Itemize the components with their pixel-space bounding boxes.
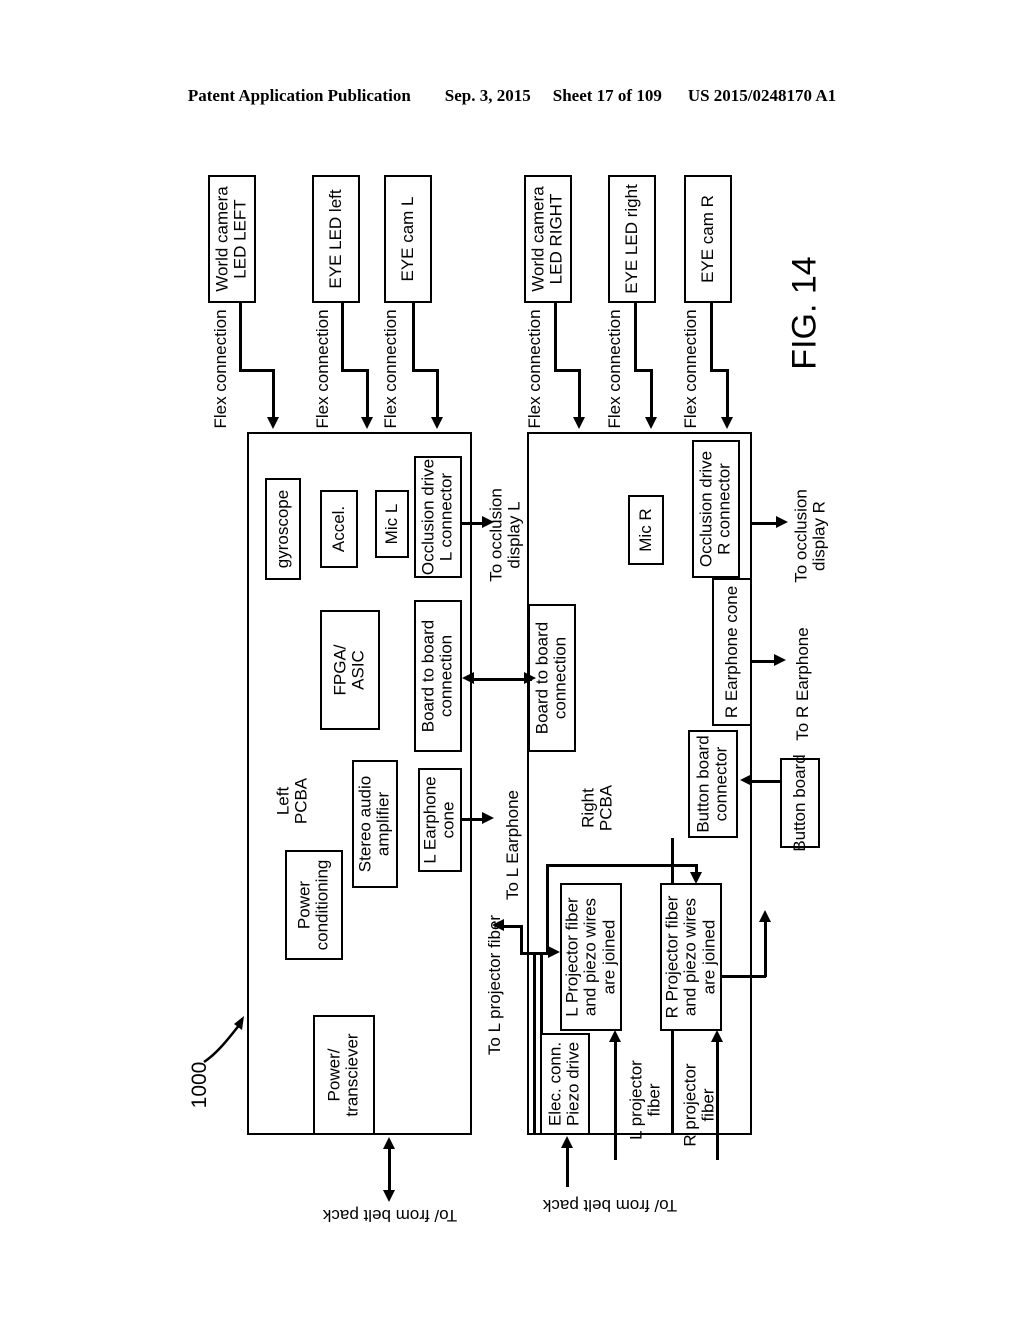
label-flex-connection-world-left: Flex connection bbox=[210, 309, 230, 429]
arrow-eye-cam-r bbox=[721, 417, 733, 429]
label-belt-pack-right: To/ from belt pack bbox=[542, 1196, 678, 1216]
block-l-earphone-cone[interactable]: L Earphone cone bbox=[418, 768, 462, 872]
line-r-proj-bus-h bbox=[722, 975, 766, 978]
line-eye-led-right-3 bbox=[650, 369, 653, 419]
label-l-projector-fiber: L projector fiber bbox=[626, 1060, 664, 1140]
arrow-proj-route-top bbox=[690, 872, 702, 884]
arrow-button-board bbox=[740, 774, 752, 786]
line-world-left-2 bbox=[239, 369, 275, 372]
label-flex-connection-eye-led-right: Flex connection bbox=[604, 309, 624, 429]
line-world-left-3 bbox=[272, 369, 275, 419]
arrow-belt-pack-right-up bbox=[561, 1136, 573, 1148]
block-board-to-board-connection-left[interactable]: Board to board connection bbox=[414, 600, 462, 752]
label-flex-connection-eye-led-left: Flex connection bbox=[312, 309, 332, 429]
line-occlusion-l-out bbox=[462, 522, 484, 525]
block-power-conditioning[interactable]: Power conditioning bbox=[285, 850, 343, 960]
block-elec-conn-piezo-drive[interactable]: Elec. conn. Piezo drive bbox=[540, 1033, 590, 1135]
line-world-right-3 bbox=[578, 369, 581, 419]
line-proj-route-top bbox=[546, 864, 697, 867]
arrow-belt-pack-left-up bbox=[383, 1137, 395, 1149]
line-eye-led-left-1 bbox=[341, 303, 344, 371]
block-l-projector-fiber-joined[interactable]: L Projector fiber and piezo wires are jo… bbox=[560, 883, 622, 1031]
label-flex-connection-eye-cam-r: Flex connection bbox=[680, 309, 700, 429]
arrow-l-earphone-out bbox=[482, 812, 494, 824]
block-button-board-connector[interactable]: Button board connector bbox=[688, 730, 738, 838]
label-to-occlusion-display-r: To occlusion display R bbox=[791, 489, 829, 583]
line-eye-cam-r-1 bbox=[710, 303, 713, 371]
arrow-board-to-board-left bbox=[462, 672, 474, 684]
box-button-board[interactable]: Button board bbox=[780, 754, 820, 852]
line-to-l-proj-fiber-v bbox=[520, 925, 523, 954]
block-accelerometer[interactable]: Accel. bbox=[320, 490, 358, 568]
arrow-eye-led-left bbox=[361, 417, 373, 429]
line-belt-pack-right bbox=[566, 1145, 569, 1187]
line-world-right-1 bbox=[554, 303, 557, 371]
label-left-pcba-title: Left PCBA bbox=[273, 777, 311, 825]
box-eye-cam-r[interactable]: EYE cam R bbox=[684, 175, 732, 303]
arrow-l-projector-fiber-up bbox=[609, 1030, 621, 1042]
block-mic-r[interactable]: Mic R bbox=[628, 495, 664, 565]
line-board-to-board bbox=[470, 678, 532, 681]
line-eye-cam-l-3 bbox=[436, 369, 439, 419]
label-to-l-projector-fiber: To L projector fiber bbox=[484, 914, 504, 1056]
line-button-board bbox=[748, 780, 782, 783]
figure-14-diagram: FIG. 14 1000 World camera LED LEFT Flex … bbox=[0, 0, 1024, 1320]
block-stereo-audio-amplifier[interactable]: Stereo audio amplifier bbox=[352, 760, 398, 888]
line-l-projector-fiber-up bbox=[614, 1042, 617, 1160]
arrow-r-projector-fiber-up bbox=[711, 1030, 723, 1042]
arrow-world-right bbox=[573, 417, 585, 429]
box-eye-led-right[interactable]: EYE LED right bbox=[608, 175, 656, 303]
figure-number: FIG. 14 bbox=[785, 256, 824, 370]
line-proj-route-left-down bbox=[546, 864, 549, 954]
arrow-r-earphone-out bbox=[774, 654, 786, 666]
arrow-proj-into-l bbox=[548, 946, 560, 958]
line-eye-cam-r-3 bbox=[726, 369, 729, 419]
block-occlusion-drive-l-connector[interactable]: Occlusion drive L connector bbox=[414, 456, 462, 578]
label-flex-connection-world-right: Flex connection bbox=[524, 309, 544, 429]
arrow-world-left bbox=[267, 417, 279, 429]
label-r-projector-fiber: R projector fiber bbox=[680, 1063, 718, 1147]
block-r-projector-fiber-joined[interactable]: R Projector fiber and piezo wires are jo… bbox=[660, 883, 722, 1031]
line-eye-cam-l-1 bbox=[412, 303, 415, 371]
arrow-eye-cam-l bbox=[431, 417, 443, 429]
label-to-r-earphone: To R Earphone bbox=[792, 627, 812, 741]
line-world-right-2 bbox=[554, 369, 580, 372]
line-world-left-1 bbox=[239, 303, 242, 371]
line-eye-cam-l-2 bbox=[412, 369, 438, 372]
box-eye-led-left[interactable]: EYE LED left bbox=[312, 175, 360, 303]
line-eye-led-left-3 bbox=[366, 369, 369, 419]
line-elec-rail-2 bbox=[540, 952, 543, 1033]
block-fpga-asic[interactable]: FPGA/ ASIC bbox=[320, 610, 380, 730]
arrow-board-to-board-right bbox=[524, 672, 536, 684]
line-r-proj-bus-v bbox=[764, 920, 767, 977]
label-belt-pack-left: To/ from belt pack bbox=[322, 1206, 458, 1226]
box-world-camera-led-right[interactable]: World camera LED RIGHT bbox=[524, 175, 572, 303]
arrow-occlusion-r-out bbox=[776, 516, 788, 528]
label-to-l-earphone: To L Earphone bbox=[502, 790, 522, 900]
line-l-earphone-out bbox=[462, 818, 484, 821]
block-power-transciever[interactable]: Power/ transciever bbox=[313, 1015, 375, 1135]
box-world-camera-led-left[interactable]: World camera LED LEFT bbox=[208, 175, 256, 303]
block-r-earphone-cone[interactable]: R Earphone cone bbox=[712, 578, 752, 726]
block-gyroscope[interactable]: gyroscope bbox=[265, 478, 301, 580]
line-eye-led-right-1 bbox=[634, 303, 637, 371]
block-mic-l[interactable]: Mic L bbox=[375, 490, 409, 558]
arrow-r-proj-bus bbox=[759, 910, 771, 922]
label-right-pcba-title: Right PCBA bbox=[578, 784, 616, 832]
line-eye-led-left-2 bbox=[341, 369, 369, 372]
label-flex-connection-eye-cam-l: Flex connection bbox=[380, 309, 400, 429]
box-eye-cam-l[interactable]: EYE cam L bbox=[384, 175, 432, 303]
line-elec-rail-1 bbox=[533, 952, 536, 1135]
arrow-eye-led-right bbox=[645, 417, 657, 429]
block-occlusion-drive-r-connector[interactable]: Occlusion drive R connector bbox=[692, 440, 740, 578]
label-to-occlusion-display-l: To occlusion display L bbox=[486, 488, 524, 582]
